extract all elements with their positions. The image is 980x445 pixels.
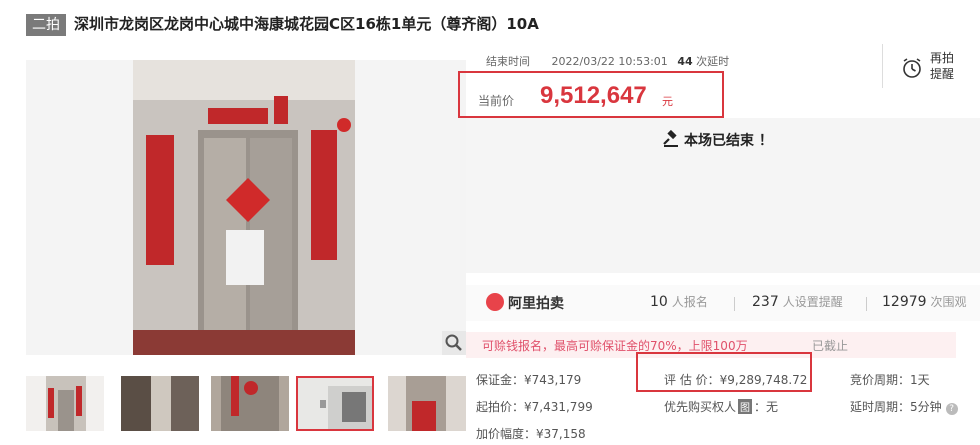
view-count-unit: 次围观 <box>930 295 967 309</box>
delay-cycle-text: 延时周期：5分钟 <box>850 400 942 414</box>
current-price-label: 当前价 <box>478 94 515 108</box>
remind-label: 再拍提醒 <box>930 51 955 81</box>
reminder-count: 237 人设置提醒 <box>752 293 843 310</box>
appraisal-price: 评 估 价：¥9,289,748.72 <box>664 373 808 387</box>
auction-ended-panel: 本场已结束 ！ <box>466 118 980 273</box>
credit-notice-status: 已截止 <box>812 339 849 353</box>
thumbnail-selected[interactable] <box>296 376 374 431</box>
end-time-label: 结束时间 <box>486 55 530 68</box>
signup-count-unit: 人报名 <box>671 295 708 309</box>
title-bar: 二拍 深圳市龙岗区龙岗中心城中海康城花园C区16栋1单元（尊齐阁）10A <box>0 0 980 48</box>
thumbnail-strip <box>26 376 466 431</box>
auction-details: 保证金：¥743,179 评 估 价：¥9,289,748.72 竞价周期：1天… <box>466 362 980 445</box>
zoom-button[interactable] <box>442 331 466 355</box>
current-price-value: 9,512,647 <box>540 82 647 109</box>
thumbnail[interactable] <box>121 376 199 431</box>
end-time-row: 结束时间 2022/03/22 10:53:01 44 次延时 <box>486 53 729 69</box>
priority-buyer: 优先购买权人图：无 <box>664 398 778 415</box>
current-price-box: 当前价 9,512,647 元 <box>458 71 724 118</box>
end-time-value: 2022/03/22 10:53:01 <box>551 55 668 68</box>
priority-tag[interactable]: 图 <box>738 399 753 414</box>
divider <box>882 44 883 88</box>
signup-count: 10 人报名 <box>650 293 708 310</box>
auction-ended-text: 本场已结束 ！ <box>684 133 773 149</box>
signup-count-value: 10 <box>650 294 668 310</box>
priority-buyer-value: ：无 <box>754 400 779 414</box>
main-photo[interactable] <box>26 60 466 355</box>
thumbnail[interactable] <box>211 376 289 431</box>
delay-count-label: 次延时 <box>696 55 730 68</box>
reminder-count-unit: 人设置提醒 <box>782 295 843 309</box>
thumbnail[interactable] <box>26 376 104 431</box>
current-price-unit: 元 <box>662 95 673 108</box>
round-badge: 二拍 <box>26 14 66 36</box>
gavel-icon <box>663 130 678 147</box>
priority-buyer-label: 优先购买权人 <box>664 400 737 414</box>
divider <box>734 297 735 311</box>
reminder-count-value: 237 <box>752 294 779 310</box>
start-price: 起拍价：¥7,431,799 <box>476 400 593 414</box>
view-count: 12979 次围观 <box>882 293 967 310</box>
bid-increment: 加价幅度：¥37,158 <box>476 427 586 441</box>
delay-count: 44 <box>677 55 693 68</box>
page-title: 深圳市龙岗区龙岗中心城中海康城花园C区16栋1单元（尊齐阁）10A <box>74 15 539 33</box>
search-icon <box>445 334 462 351</box>
alarm-clock-icon <box>903 58 921 78</box>
remind-button[interactable]: 再拍提醒 <box>900 48 960 88</box>
view-count-value: 12979 <box>882 294 927 310</box>
alibaba-auction-logo <box>486 293 504 311</box>
brand-name: 阿里拍卖 <box>508 296 564 312</box>
delay-cycle: 延时周期：5分钟? <box>850 398 958 415</box>
bidding-cycle: 竞价周期：1天 <box>850 373 930 387</box>
question-icon[interactable]: ? <box>945 403 958 415</box>
thumbnail[interactable] <box>388 376 466 431</box>
deposit: 保证金：¥743,179 <box>476 373 582 387</box>
auction-info-panel: 结束时间 2022/03/22 10:53:01 44 次延时 当前价 9,51… <box>458 44 980 445</box>
divider <box>866 297 867 311</box>
stats-bar: 阿里拍卖 10 人报名 237 人设置提醒 12979 次围观 <box>466 285 980 321</box>
